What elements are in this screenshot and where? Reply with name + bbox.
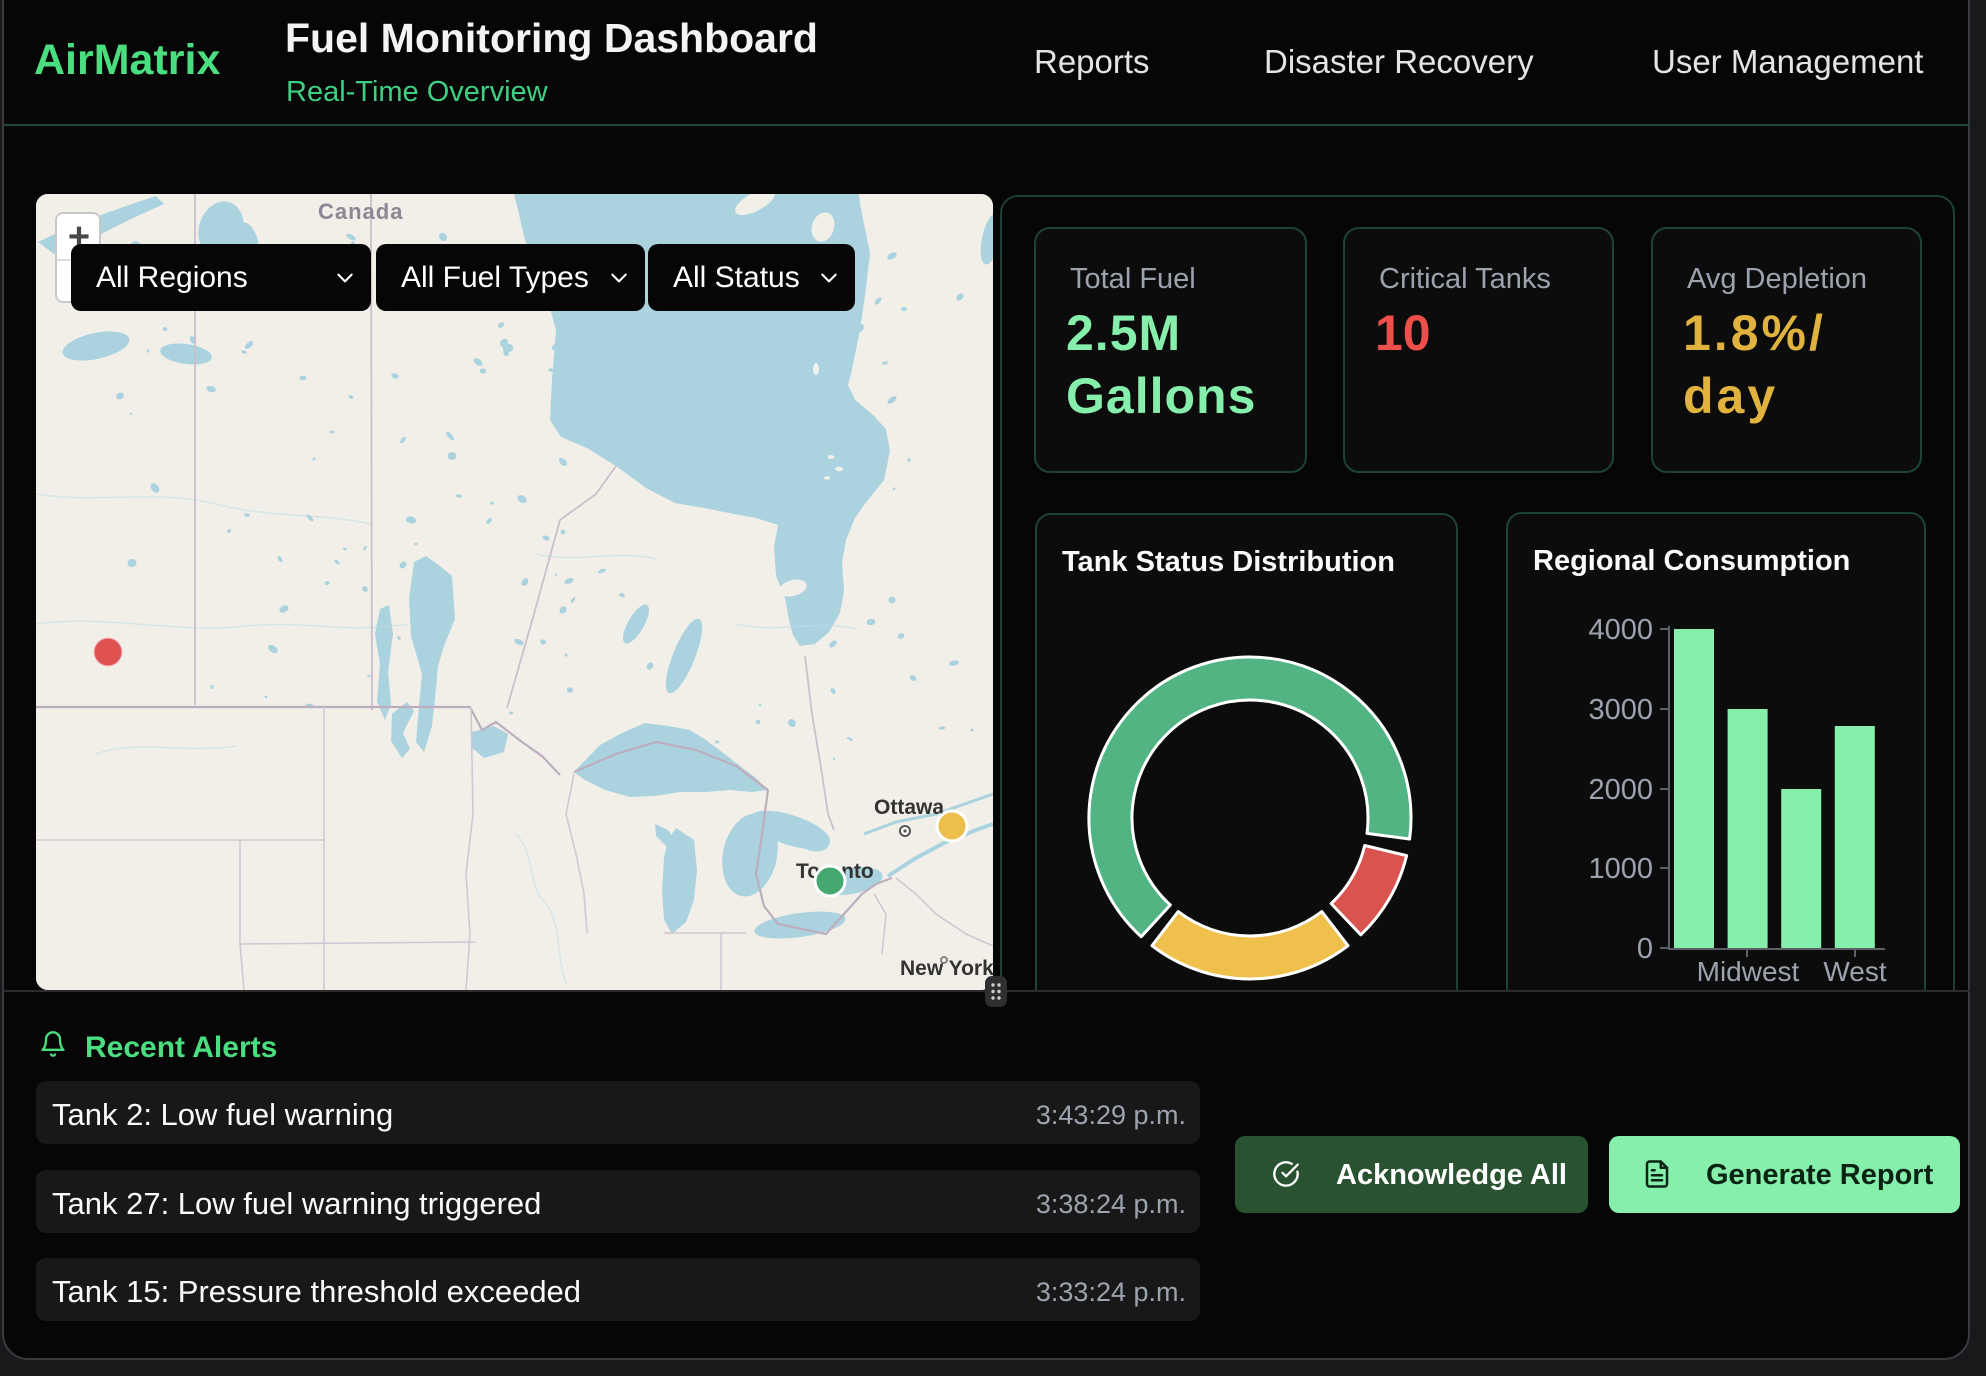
svg-text:2000: 2000 [1588, 774, 1653, 806]
svg-text:1000: 1000 [1588, 853, 1653, 885]
svg-text:0: 0 [1637, 933, 1653, 965]
svg-text:West: West [1823, 956, 1886, 987]
svg-text:Midwest: Midwest [1697, 956, 1800, 987]
svg-text:Canada: Canada [318, 199, 403, 224]
svg-text:Ottawa: Ottawa [874, 796, 944, 819]
svg-text:4000: 4000 [1588, 614, 1653, 646]
svg-text:3000: 3000 [1588, 694, 1653, 726]
